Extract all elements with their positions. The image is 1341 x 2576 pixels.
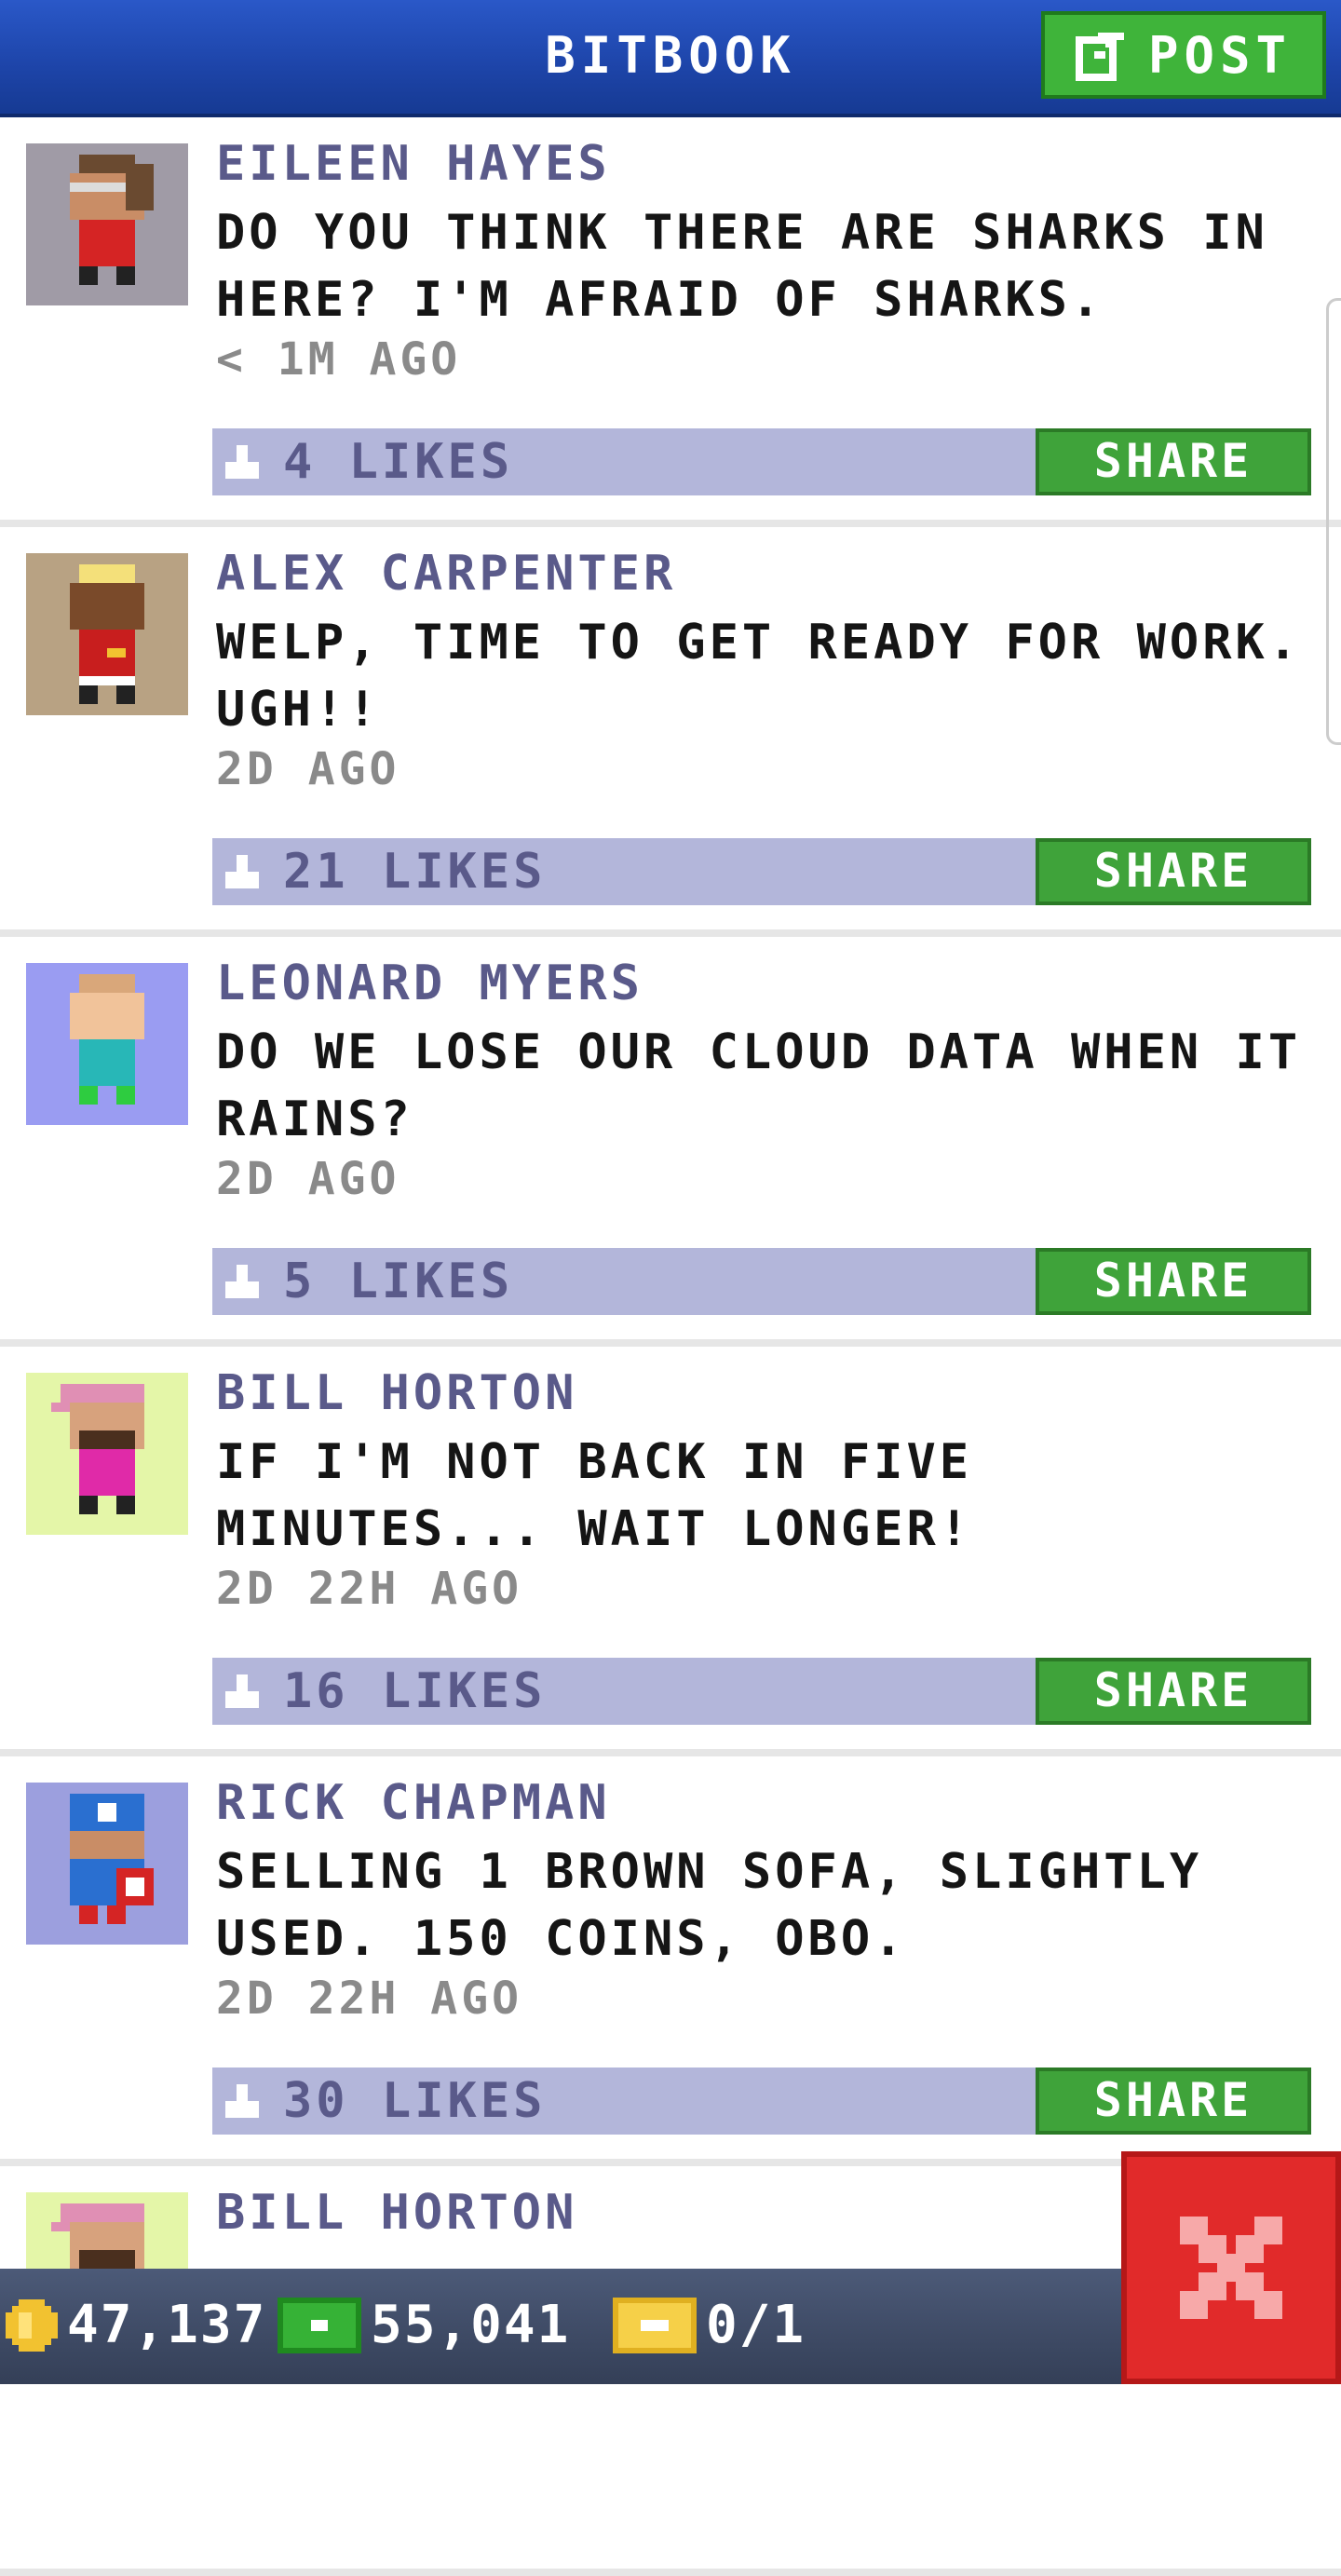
person-avatar-icon	[51, 1384, 144, 1514]
share-button[interactable]: SHARE	[1036, 1248, 1311, 1315]
thumbs-up-icon	[225, 445, 259, 479]
likes-bar[interactable]: 4 LIKES SHARE	[212, 428, 1311, 495]
post-author[interactable]: LEONARD MYERS	[216, 956, 643, 1011]
coins-stat: 47,137	[6, 2295, 266, 2355]
avatar	[26, 553, 188, 715]
avatar	[26, 963, 188, 1125]
share-button[interactable]: SHARE	[1036, 2068, 1311, 2135]
coins-value: 47,137	[67, 2295, 267, 2355]
app-header: BITBOOK POST	[0, 0, 1341, 117]
likes-count: 5 LIKES	[283, 1254, 514, 1309]
post-author[interactable]: BILL HORTON	[216, 2185, 577, 2241]
post-message: IF I'M NOT BACK IN FIVE MINUTES... WAIT …	[216, 1434, 973, 1557]
coin-icon	[6, 2298, 58, 2352]
person-avatar-icon	[70, 564, 144, 704]
share-button[interactable]: SHARE	[1036, 1658, 1311, 1725]
likes-count: 21 LIKES	[283, 844, 547, 900]
avatar	[26, 143, 188, 305]
avatar	[26, 1373, 188, 1535]
bux-stat: 55,041	[278, 2295, 570, 2355]
post-time: 2D AGO	[216, 1153, 400, 1205]
bux-value: 55,041	[371, 2295, 571, 2355]
likes-bar[interactable]: 5 LIKES SHARE	[212, 1248, 1311, 1315]
ticket-icon	[613, 2297, 697, 2353]
post-message: DO WE LOSE OUR CLOUD DATA WHEN IT RAINS?	[216, 1024, 1302, 1147]
post-author[interactable]: ALEX CARPENTER	[216, 546, 676, 602]
thumbs-up-icon	[225, 1674, 259, 1708]
feed-post: BILL HORTON IF I'M NOT BACK IN FIVE MINU…	[0, 1347, 1341, 1756]
post-author[interactable]: RICK CHAPMAN	[216, 1775, 611, 1831]
scroll-indicator	[1326, 298, 1341, 745]
share-button[interactable]: SHARE	[1036, 428, 1311, 495]
post-button-label: POST	[1147, 25, 1293, 85]
likes-bar[interactable]: 30 LIKES SHARE	[212, 2068, 1311, 2135]
post-message: WELP, TIME TO GET READY FOR WORK. UGH!!	[216, 615, 1302, 738]
compose-icon	[1075, 33, 1124, 81]
thumbs-up-icon	[225, 1265, 259, 1298]
feed-post: ALEX CARPENTER WELP, TIME TO GET READY F…	[0, 527, 1341, 937]
likes-bar[interactable]: 16 LIKES SHARE	[212, 1658, 1311, 1725]
post-button[interactable]: POST	[1041, 11, 1326, 99]
post-author[interactable]: EILEEN HAYES	[216, 136, 611, 192]
person-avatar-icon	[70, 974, 144, 1105]
feed-post: EILEEN HAYES DO YOU THINK THERE ARE SHAR…	[0, 117, 1341, 527]
thumbs-up-icon	[225, 2084, 259, 2118]
post-message: DO YOU THINK THERE ARE SHARKS IN HERE? I…	[216, 205, 1268, 328]
post-time: 2D 22H AGO	[216, 1563, 522, 1615]
tickets-stat: 0/1	[613, 2295, 806, 2355]
feed-post: RICK CHAPMAN SELLING 1 BROWN SOFA, SLIGH…	[0, 1756, 1341, 2166]
share-button[interactable]: SHARE	[1036, 838, 1311, 905]
bux-icon	[278, 2297, 361, 2353]
tickets-value: 0/1	[706, 2295, 806, 2355]
person-avatar-icon	[70, 1794, 154, 1924]
post-time: 2D AGO	[216, 743, 400, 795]
avatar	[26, 1783, 188, 1945]
post-author[interactable]: BILL HORTON	[216, 1365, 577, 1421]
likes-count: 4 LIKES	[283, 434, 514, 490]
close-icon	[1180, 2217, 1282, 2319]
thumbs-up-icon	[225, 855, 259, 888]
person-avatar-icon	[70, 155, 154, 285]
likes-bar[interactable]: 21 LIKES SHARE	[212, 838, 1311, 905]
post-time: < 1M AGO	[216, 333, 462, 386]
close-button[interactable]	[1121, 2151, 1341, 2384]
post-time: 2D 22H AGO	[216, 1973, 522, 2025]
likes-count: 16 LIKES	[283, 1663, 547, 1719]
likes-count: 30 LIKES	[283, 2073, 547, 2129]
post-message: SELLING 1 BROWN SOFA, SLIGHTLY USED. 150…	[216, 1844, 1203, 1967]
feed-post: LEONARD MYERS DO WE LOSE OUR CLOUD DATA …	[0, 937, 1341, 1347]
